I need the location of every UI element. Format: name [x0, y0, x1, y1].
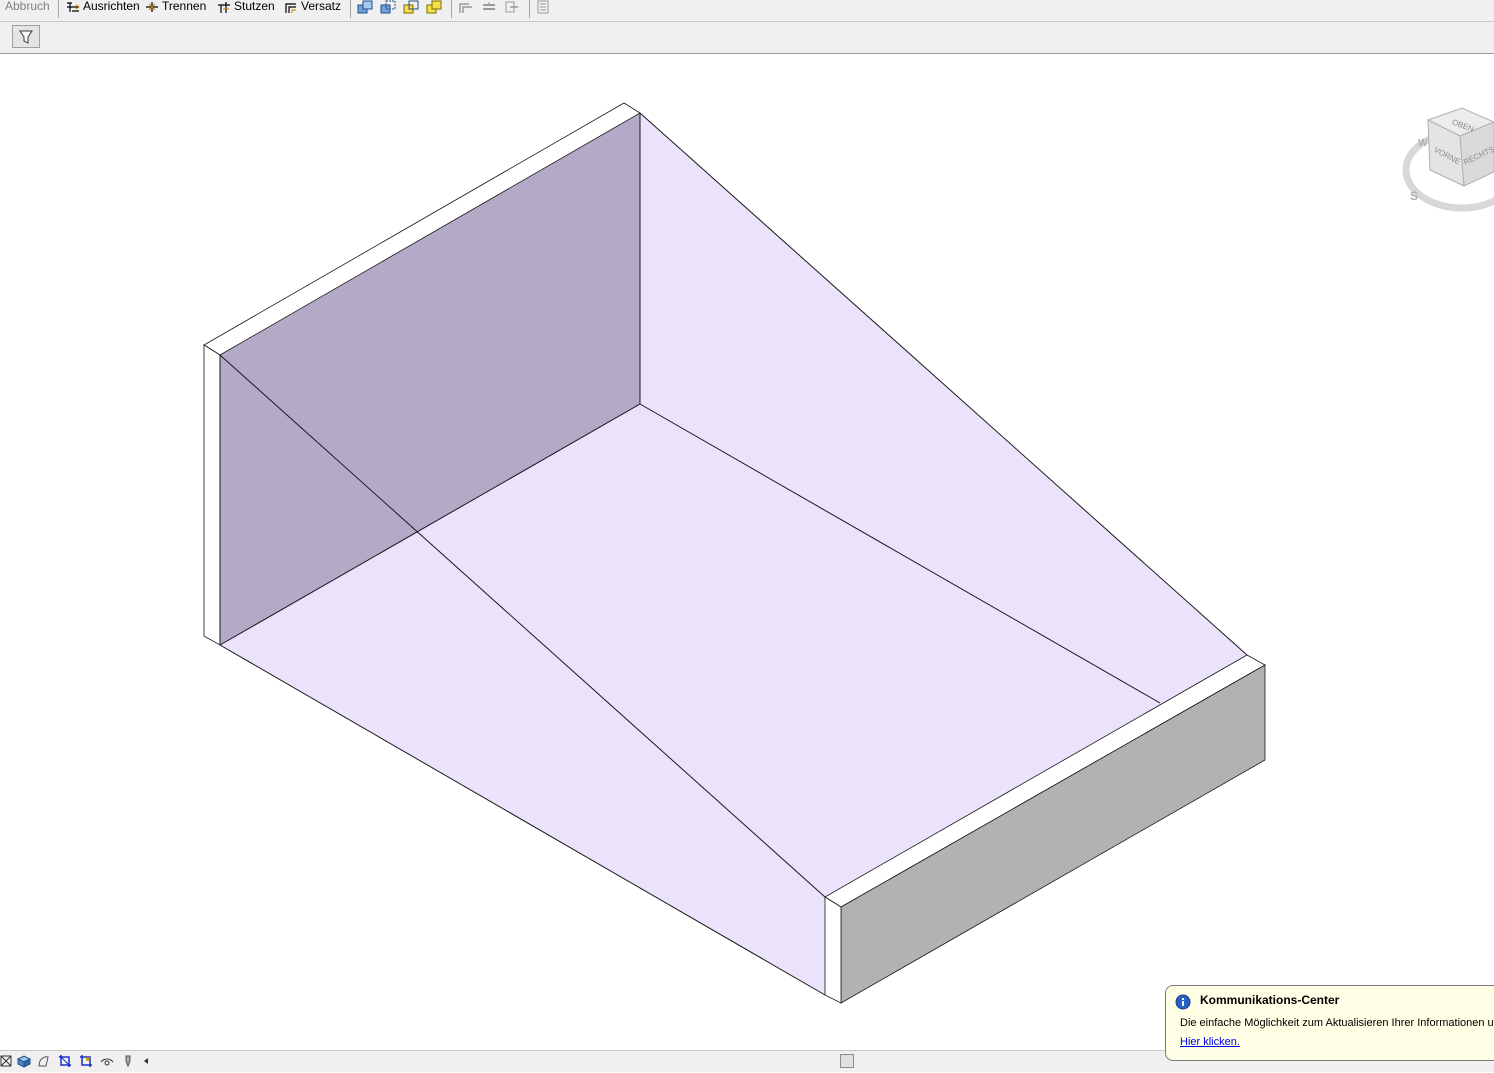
move-icon[interactable]	[380, 0, 396, 14]
abbruch-button[interactable]: Abbruch	[5, 0, 50, 14]
back-wall-end	[203, 344, 221, 646]
ausrichten-button[interactable]: Ausrichten	[66, 0, 140, 14]
stutzen-label: Stutzen	[234, 0, 275, 13]
visual-style-icon[interactable]	[17, 1054, 31, 1068]
align-icon	[67, 2, 80, 12]
measure-icon[interactable]	[535, 0, 551, 14]
split-icon	[146, 1, 158, 12]
versatz-button[interactable]: Versatz	[284, 0, 341, 14]
crop-view-icon[interactable]	[58, 1054, 72, 1068]
temporary-hide-icon[interactable]	[100, 1054, 114, 1068]
link-icon[interactable]	[504, 0, 520, 14]
trennen-button[interactable]: Trennen	[145, 0, 206, 14]
reveal-hidden-icon[interactable]	[121, 1054, 135, 1068]
toolbar-separator	[529, 0, 530, 18]
mirror-icon[interactable]	[426, 0, 442, 14]
communication-center-balloon[interactable]: Kommunikations-Center Die einfache Mögli…	[1165, 985, 1494, 1061]
abbruch-label: Abbruch	[5, 0, 50, 13]
info-icon	[1175, 994, 1191, 1010]
scroll-left-icon[interactable]	[142, 1054, 150, 1068]
ungroup-icon[interactable]	[481, 0, 497, 14]
trim-icon	[218, 1, 230, 13]
toolbar-separator	[58, 0, 59, 18]
offset-icon	[285, 3, 296, 13]
notification-link[interactable]: Hier klicken.	[1180, 1036, 1240, 1048]
viewcube-west-label[interactable]: W	[1418, 138, 1428, 149]
filter-button[interactable]	[12, 25, 40, 48]
show-crop-icon[interactable]	[79, 1054, 93, 1068]
scrollbar-thumb[interactable]	[840, 1054, 854, 1068]
notification-message: Die einfache Möglichkeit zum Aktualisier…	[1180, 1017, 1494, 1029]
3d-view-canvas[interactable]	[0, 55, 1494, 1050]
modify-toolbar: Abbruch Ausrichten Trennen Stutzen Versa…	[0, 0, 1494, 22]
rotate-icon[interactable]	[403, 0, 419, 14]
shadows-icon[interactable]	[36, 1054, 50, 1068]
ausrichten-label: Ausrichten	[83, 0, 140, 13]
viewcube[interactable]: OBEN VORNE RECHTS W S	[1400, 100, 1494, 215]
options-bar	[0, 22, 1494, 54]
stutzen-button[interactable]: Stutzen	[217, 0, 275, 14]
toolbar-separator	[451, 0, 452, 18]
filter-icon	[19, 30, 33, 44]
trennen-label: Trennen	[162, 0, 207, 13]
toolbar-separator	[350, 0, 351, 18]
front-wall-end	[824, 896, 842, 1004]
copy-array-icon[interactable]	[357, 0, 373, 14]
scale-icon[interactable]	[0, 1054, 14, 1068]
viewcube-south-label[interactable]: S	[1410, 189, 1418, 203]
group-icon[interactable]	[458, 0, 474, 14]
versatz-label: Versatz	[301, 0, 342, 13]
notification-title: Kommunikations-Center	[1200, 993, 1340, 1007]
